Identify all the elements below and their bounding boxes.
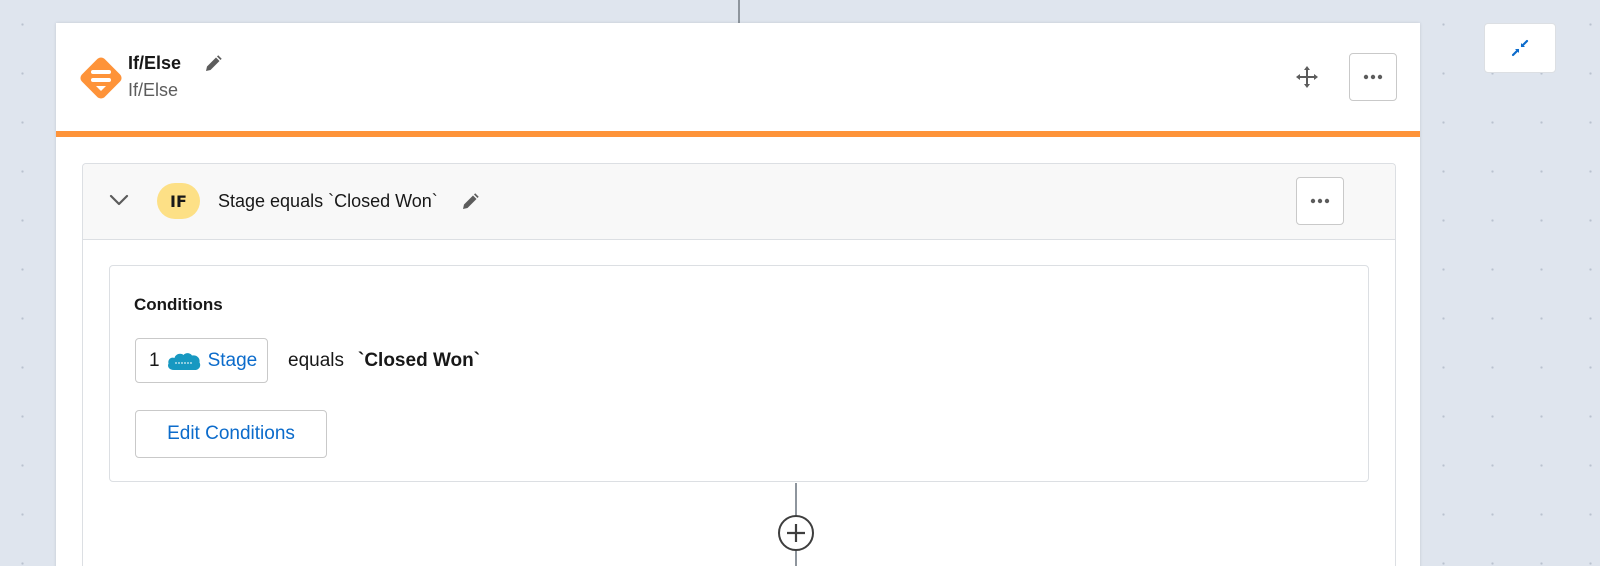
condition-operator: equals (288, 350, 344, 371)
step-more-button[interactable] (1349, 53, 1397, 101)
salesforce-cloud-icon (167, 352, 200, 370)
chevron-down-icon[interactable] (109, 193, 129, 212)
conditions-heading: Conditions (134, 295, 223, 314)
move-arrows-icon[interactable] (1296, 66, 1318, 93)
if-badge: IF (157, 183, 200, 219)
branch-header: IF Stage equals `Closed Won` (83, 164, 1395, 240)
conditions-panel: Conditions 1 Stage equals `Closed Won` E… (109, 265, 1369, 482)
ellipsis-icon (1310, 198, 1330, 204)
condition-value: `Closed Won` (358, 350, 481, 371)
step-title: If/Else (128, 53, 182, 73)
edit-conditions-button[interactable]: Edit Conditions (135, 410, 327, 458)
plus-circle-icon[interactable] (777, 514, 815, 552)
branch-title: Stage equals `Closed Won` (218, 191, 438, 211)
collapse-button[interactable] (1484, 23, 1556, 73)
pencil-icon[interactable] (203, 54, 223, 79)
branch-more-button[interactable] (1296, 177, 1344, 225)
step-header: If/Else If/Else (56, 23, 1420, 137)
if-branch: IF Stage equals `Closed Won` Conditions … (82, 163, 1396, 566)
step-subtitle: If/Else (128, 80, 179, 100)
ellipsis-icon (1363, 74, 1383, 80)
if-else-step-card: If/Else If/Else IF Stage equals `Closed … (56, 23, 1420, 566)
condition-field: Stage (207, 349, 258, 371)
flow-connector-line (738, 0, 740, 23)
collapse-arrows-icon (1511, 39, 1529, 57)
if-else-diamond-icon (80, 57, 122, 99)
condition-field-pill[interactable]: 1 Stage (135, 338, 269, 383)
pencil-icon[interactable] (460, 192, 480, 217)
condition-number: 1 (149, 349, 160, 371)
